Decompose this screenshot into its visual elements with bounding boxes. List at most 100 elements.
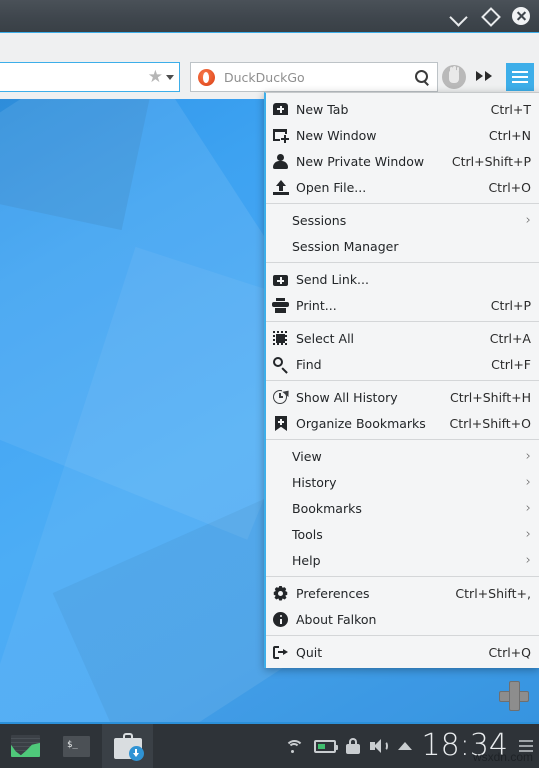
menu-item-about-falkon[interactable]: About Falkon [266, 606, 539, 632]
url-bar[interactable]: ★ [0, 62, 180, 92]
battery-icon[interactable] [313, 739, 338, 753]
menu-item-label: New Window [296, 127, 377, 143]
browser-toolbar-area: ★ DuckDuckGo [0, 32, 539, 99]
menu-item-sessions[interactable]: Sessions › [266, 207, 539, 233]
menu-item-open-file[interactable]: Open File... Ctrl+O [266, 174, 539, 200]
menu-item-shortcut: Ctrl+Q [488, 644, 531, 660]
private-window-icon [270, 152, 292, 170]
menu-item-show-all-history[interactable]: Show All History Ctrl+Shift+H [266, 384, 539, 410]
menu-item-send-link[interactable]: Send Link... [266, 266, 539, 292]
menu-separator [266, 262, 539, 263]
menu-item-new-tab[interactable]: New Tab Ctrl+T [266, 96, 539, 122]
info-icon [270, 610, 292, 628]
menu-item-shortcut: Ctrl+N [488, 127, 531, 143]
screen: ★ DuckDuckGo New Tab Ctrl+T New Window C… [0, 0, 539, 768]
menu-separator [266, 439, 539, 440]
system-tray: 18:34 [284, 724, 533, 768]
search-icon[interactable] [415, 69, 430, 85]
taskbar-launchers: $_ [0, 724, 153, 768]
history-icon [270, 388, 292, 406]
adblock-finger [450, 67, 453, 72]
menu-item-shortcut: Ctrl+O [488, 179, 531, 195]
hamburger-icon [512, 76, 528, 78]
menu-item-label: Quit [296, 644, 323, 660]
briefcase-download-icon [113, 733, 144, 761]
bookmark-icon [270, 414, 292, 432]
volume-icon[interactable] [369, 738, 388, 754]
menu-item-shortcut: Ctrl+Shift+H [450, 389, 531, 405]
window-controls [449, 0, 531, 32]
menu-item-label: History [292, 474, 337, 490]
gear-icon [270, 584, 292, 602]
menu-item-label: View [292, 448, 322, 464]
menu-item-shortcut: Ctrl+P [490, 297, 531, 313]
terminal-icon: $_ [63, 735, 90, 757]
send-link-icon [270, 270, 292, 288]
chevron-right-icon: › [525, 552, 531, 568]
menu-item-tools[interactable]: Tools › [266, 521, 539, 547]
arrow-right-icon [476, 71, 483, 81]
taskbar-item-package-manager[interactable] [102, 724, 153, 768]
duckduckgo-icon [198, 68, 215, 86]
menu-item-label: Print... [296, 297, 337, 313]
menu-item-quit[interactable]: Quit Ctrl+Q [266, 639, 539, 665]
menu-item-find[interactable]: Find Ctrl+F [266, 351, 539, 377]
search-bar[interactable]: DuckDuckGo [190, 62, 438, 92]
new-window-icon [270, 126, 292, 144]
chevron-down-icon[interactable] [166, 74, 174, 80]
adblock-finger [453, 66, 456, 71]
taskbar: $_ 18:34 wsxdn.com [0, 722, 539, 768]
find-icon [270, 355, 292, 374]
hamburger-icon[interactable] [519, 740, 533, 752]
menu-item-view[interactable]: View › [266, 443, 539, 469]
arrow-right-icon [485, 71, 492, 81]
menu-item-shortcut: Ctrl+Shift+O [449, 415, 531, 431]
menu-separator [266, 380, 539, 381]
menu-item-preferences[interactable]: Preferences Ctrl+Shift+, [266, 580, 539, 606]
menu-item-label: Select All [296, 330, 355, 346]
search-input[interactable]: DuckDuckGo [224, 70, 415, 85]
menu-separator [266, 635, 539, 636]
main-menu-popup[interactable]: New Tab Ctrl+T New Window Ctrl+N New Pri… [264, 92, 539, 668]
menu-item-session-manager[interactable]: Session Manager [266, 233, 539, 259]
add-widget-button[interactable] [497, 679, 531, 713]
taskbar-item-system-monitor[interactable] [0, 724, 51, 768]
menu-item-label: New Tab [296, 101, 349, 117]
double-arrow-right-icon[interactable] [476, 71, 492, 81]
chevron-right-icon: › [525, 448, 531, 464]
wifi-icon[interactable] [284, 739, 304, 754]
menu-item-shortcut: Ctrl+A [489, 330, 531, 346]
main-menu-button[interactable] [506, 63, 534, 91]
menu-separator [266, 321, 539, 322]
chevron-up-icon[interactable] [397, 742, 412, 750]
adblock-hand-icon[interactable] [442, 65, 466, 89]
menu-item-label: Tools [292, 526, 323, 542]
maximize-button[interactable] [480, 6, 501, 27]
star-icon[interactable]: ★ [148, 68, 163, 86]
window-titlebar[interactable] [0, 0, 539, 33]
menu-item-new-window[interactable]: New Window Ctrl+N [266, 122, 539, 148]
menu-item-label: Preferences [296, 585, 370, 601]
menu-item-new-private-window[interactable]: New Private Window Ctrl+Shift+P [266, 148, 539, 174]
open-file-icon [270, 178, 292, 196]
chevron-right-icon: › [525, 474, 531, 490]
terminal-prompt: $_ [67, 739, 78, 750]
menu-item-bookmarks[interactable]: Bookmarks › [266, 495, 539, 521]
menu-item-print[interactable]: Print... Ctrl+P [266, 292, 539, 318]
clock[interactable]: 18:34 [422, 731, 508, 761]
hamburger-icon [512, 81, 528, 83]
close-icon [512, 7, 530, 25]
lock-icon[interactable] [345, 738, 360, 754]
menu-item-label: Sessions [292, 212, 347, 228]
taskbar-item-terminal[interactable]: $_ [51, 724, 102, 768]
menu-item-select-all[interactable]: Select All Ctrl+A [266, 325, 539, 351]
plus-icon-vertical [509, 681, 520, 711]
menu-item-organize-bookmarks[interactable]: Organize Bookmarks Ctrl+Shift+O [266, 410, 539, 436]
select-all-icon [270, 329, 292, 347]
close-button[interactable] [511, 6, 531, 26]
menu-item-label: About Falkon [296, 611, 377, 627]
menu-item-help[interactable]: Help › [266, 547, 539, 573]
minimize-button[interactable] [449, 6, 469, 27]
menu-item-history[interactable]: History › [266, 469, 539, 495]
hamburger-icon [512, 71, 528, 73]
